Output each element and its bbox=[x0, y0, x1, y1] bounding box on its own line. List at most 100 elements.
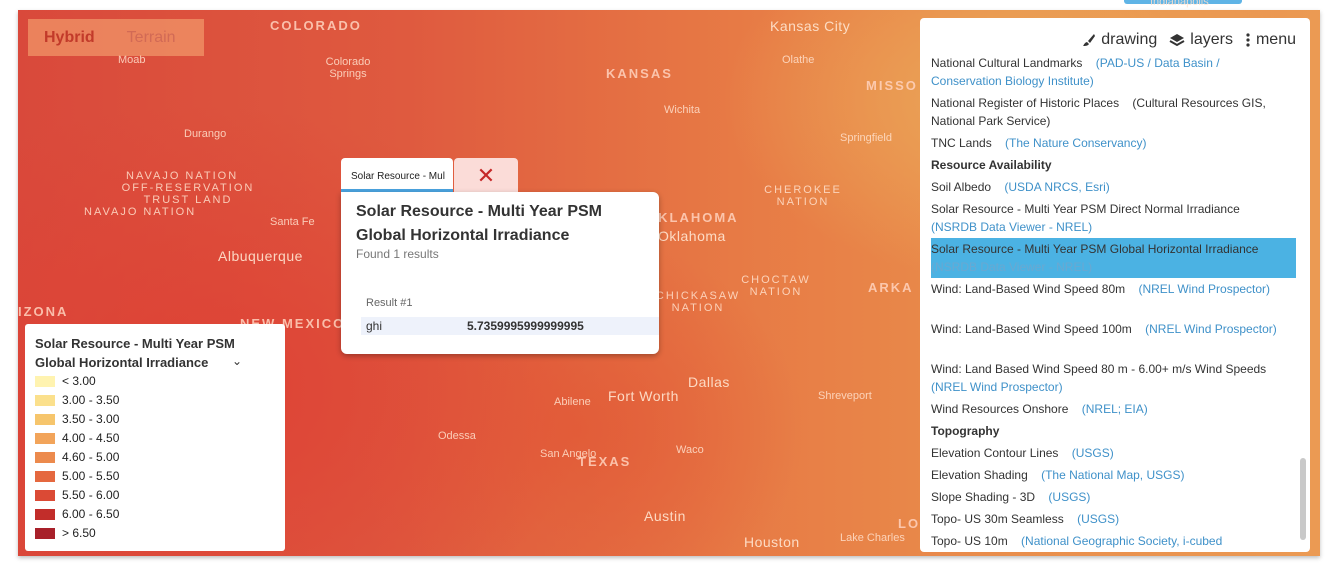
map-label-missouri: MISSO bbox=[866, 78, 918, 93]
popup-tabs: Solar Resource - Mul ✕ bbox=[341, 158, 518, 192]
layer-name: Solar Resource - Multi Year PSM Global H… bbox=[931, 242, 1259, 256]
layer-name: Solar Resource - Multi Year PSM Direct N… bbox=[931, 202, 1240, 216]
map-label-cherokee: CHEROKEE NATION bbox=[764, 184, 842, 208]
layer-name: Wind Resources Onshore bbox=[931, 402, 1069, 416]
map-label-louisiana: LO bbox=[898, 516, 921, 531]
legend-label: < 3.00 bbox=[62, 374, 96, 388]
layer-name: Topo- US 10m bbox=[931, 534, 1008, 548]
layer-item[interactable]: Slope Shading - 3D (USGS) bbox=[931, 488, 1286, 506]
layer-source[interactable]: (NREL Wind Prospector) bbox=[931, 380, 1063, 394]
map-label-offreservation: OFF-RESERVATION TRUST LAND bbox=[121, 182, 255, 206]
layer-item[interactable]: Topo- US 30m Seamless (USGS) bbox=[931, 510, 1286, 528]
legend-swatch bbox=[35, 528, 55, 539]
layer-item[interactable]: Wind: Land-Based Wind Speed 100m (NREL W… bbox=[931, 320, 1286, 338]
layers-scrollbar[interactable] bbox=[1300, 458, 1306, 540]
hybrid-button[interactable]: Hybrid bbox=[28, 19, 111, 56]
close-icon[interactable]: ✕ bbox=[454, 158, 518, 192]
map-city-houston: Houston bbox=[744, 534, 800, 550]
brush-icon bbox=[1083, 34, 1096, 46]
legend-label: 4.00 - 4.50 bbox=[62, 431, 120, 445]
drawing-label: drawing bbox=[1101, 31, 1158, 48]
panel-toolbar: drawing layers menu bbox=[1082, 31, 1296, 49]
layer-source[interactable]: (NREL; EIA) bbox=[1082, 402, 1148, 416]
map-city-albuquerque: Albuquerque bbox=[218, 248, 303, 264]
layers-list: National Cultural Landmarks (PAD-US / Da… bbox=[931, 54, 1296, 549]
layer-source[interactable]: (NSRDB Data Viewer - NREL) bbox=[931, 260, 1092, 274]
map-label-colorado: COLORADO bbox=[270, 18, 362, 33]
layer-item[interactable]: Elevation Shading (The National Map, USG… bbox=[931, 466, 1286, 484]
layer-source[interactable]: (NREL Wind Prospector) bbox=[1138, 282, 1270, 296]
legend-label: 4.60 - 5.00 bbox=[62, 450, 120, 464]
map-label-arizona: IZONA bbox=[18, 304, 69, 319]
map-city-dallas: Dallas bbox=[688, 374, 730, 390]
layer-name: Elevation Contour Lines bbox=[931, 446, 1059, 460]
layer-source[interactable]: (NSRDB Data Viewer - NREL) bbox=[931, 220, 1092, 234]
legend-label: 5.00 - 5.50 bbox=[62, 469, 120, 483]
layer-group-header: Resource Availability bbox=[931, 158, 1052, 172]
layer-item[interactable]: Wind Resources Onshore (NREL; EIA) bbox=[931, 400, 1286, 418]
map-city-kansas-city: Kansas City bbox=[770, 18, 851, 34]
layer-source[interactable]: (USGS) bbox=[1048, 490, 1090, 504]
layer-item-selected[interactable]: Solar Resource - Multi Year PSM Global H… bbox=[931, 238, 1296, 278]
layer-source[interactable]: (NREL Wind Prospector) bbox=[1145, 322, 1277, 336]
map-label-choctaw: CHOCTAW NATION bbox=[741, 274, 811, 298]
layers-button[interactable]: layers bbox=[1169, 31, 1233, 49]
map-city-abilene: Abilene bbox=[554, 396, 591, 408]
menu-label: menu bbox=[1255, 31, 1296, 48]
popup-result-label: Result #1 bbox=[366, 297, 413, 309]
map-label-navajo: NAVAJO NATION bbox=[126, 170, 239, 182]
layer-source[interactable]: (National Geographic Society, i-cubed bbox=[1021, 534, 1222, 548]
map-city-olathe: Olathe bbox=[782, 54, 815, 66]
chevron-down-icon[interactable]: ⌄ bbox=[232, 354, 242, 368]
map-city-lake-charles: Lake Charles bbox=[840, 532, 905, 544]
map-label-arkansas: ARKA bbox=[868, 280, 914, 295]
result-value: 5.7359995999999995 bbox=[467, 319, 584, 333]
result-key: ghi bbox=[366, 319, 383, 333]
layer-name: Wind: Land-Based Wind Speed 100m bbox=[931, 322, 1132, 336]
layer-source[interactable]: (USGS) bbox=[1077, 512, 1119, 526]
legend-label: 3.50 - 3.00 bbox=[62, 412, 120, 426]
layers-panel: drawing layers menu National Cultural La… bbox=[920, 18, 1310, 552]
map-city-san-angelo: San Angelo bbox=[540, 448, 597, 460]
layers-icon bbox=[1169, 34, 1185, 47]
menu-button[interactable]: menu bbox=[1245, 31, 1296, 49]
map-label-oklahoma: OKLAHOMA bbox=[646, 210, 739, 225]
legend-swatch bbox=[35, 471, 55, 482]
layer-item[interactable]: Topo- US 10m (National Geographic Societ… bbox=[931, 532, 1286, 549]
map-legend: Solar Resource - Multi Year PSM Global H… bbox=[25, 324, 285, 551]
map-label-navajo-2: NAVAJO NATION bbox=[84, 206, 197, 218]
layer-item[interactable]: Wind: Land Based Wind Speed 80 m - 6.00+… bbox=[931, 360, 1286, 396]
layer-item[interactable]: Soil Albedo (USDA NRCS, Esri) bbox=[931, 178, 1286, 196]
popup-title: Solar Resource - Multi Year PSM Global H… bbox=[356, 203, 603, 244]
layer-source[interactable]: (The National Map, USGS) bbox=[1041, 468, 1184, 482]
legend-label: 6.00 - 6.50 bbox=[62, 507, 120, 521]
layer-item[interactable]: Elevation Contour Lines (USGS) bbox=[931, 444, 1286, 462]
layer-source[interactable]: (USDA NRCS, Esri) bbox=[1004, 180, 1109, 194]
legend-swatch bbox=[35, 452, 55, 463]
layer-item[interactable]: TNC Lands (The Nature Conservancy) bbox=[931, 134, 1286, 152]
layer-item[interactable]: Solar Resource - Multi Year PSM Direct N… bbox=[931, 200, 1286, 236]
map-city-oklahoma-city: Oklahoma City bbox=[658, 228, 728, 244]
map-label-chickasaw: CHICKASAW NATION bbox=[655, 290, 741, 314]
legend-swatch bbox=[35, 414, 55, 425]
map-city-santa-fe: Santa Fe bbox=[270, 216, 315, 228]
identify-popup: Solar Resource - Multi Year PSM Global H… bbox=[341, 192, 659, 354]
kebab-menu-icon bbox=[1246, 33, 1250, 47]
popup-tab-solar[interactable]: Solar Resource - Mul bbox=[341, 158, 453, 192]
map-city-austin: Austin bbox=[644, 508, 686, 524]
legend-label: 5.50 - 6.00 bbox=[62, 488, 120, 502]
layer-item[interactable]: National Cultural Landmarks (PAD-US / Da… bbox=[931, 54, 1286, 90]
legend-swatch bbox=[35, 376, 55, 387]
layer-item[interactable]: National Register of Historic Places (Cu… bbox=[931, 94, 1286, 130]
legend-swatch bbox=[35, 490, 55, 501]
map-city-waco: Waco bbox=[676, 444, 704, 456]
drawing-button[interactable]: drawing bbox=[1082, 31, 1157, 49]
layer-item[interactable]: Wind: Land-Based Wind Speed 80m (NREL Wi… bbox=[931, 280, 1286, 298]
basemap-toggle: Hybrid Terrain bbox=[28, 19, 204, 56]
layer-name: Wind: Land-Based Wind Speed 80m bbox=[931, 282, 1126, 296]
layer-source[interactable]: (The Nature Conservancy) bbox=[1005, 136, 1146, 150]
popup-result-row: ghi 5.7359995999999995 bbox=[361, 317, 659, 335]
layer-source[interactable]: (USGS) bbox=[1072, 446, 1114, 460]
legend-swatch bbox=[35, 509, 55, 520]
terrain-button[interactable]: Terrain bbox=[111, 19, 192, 56]
